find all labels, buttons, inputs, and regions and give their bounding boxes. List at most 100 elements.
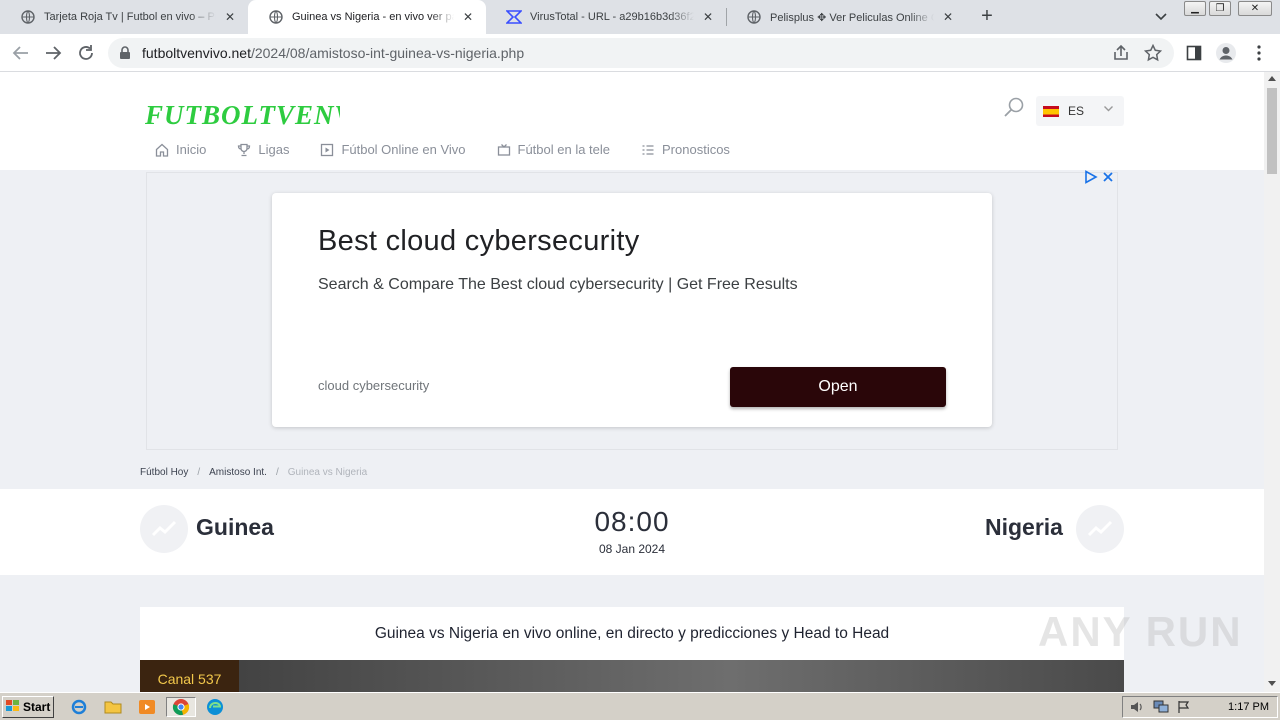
close-window-button[interactable]: ✕ — [1238, 1, 1272, 16]
nav-item-futbol-online[interactable]: Fútbol Online en Vivo — [320, 142, 466, 157]
nav-item-pronosticos[interactable]: Pronosticos — [641, 142, 730, 157]
ad-card[interactable]: Best cloud cybersecurity Search & Compar… — [272, 193, 992, 427]
profile-avatar-icon[interactable] — [1215, 42, 1237, 64]
page-scrollbar[interactable] — [1264, 72, 1280, 692]
breadcrumb-separator: / — [197, 467, 201, 478]
lock-icon[interactable] — [119, 46, 131, 65]
match-info-box: Guinea vs Nigeria en vivo online, en dir… — [140, 607, 1124, 660]
network-icon[interactable] — [1153, 700, 1169, 719]
scroll-down-arrow-icon[interactable] — [1268, 681, 1276, 686]
bookmark-star-icon[interactable] — [1143, 43, 1163, 67]
tab-virustotal[interactable]: VirusTotal - URL - a29b16b3d36f2dc2 ✕ — [486, 0, 726, 34]
site-header: FUTBOLTVENVIVO ES Inicio Ligas Fútbol On… — [0, 72, 1264, 170]
ad-close-icon[interactable] — [1101, 170, 1115, 189]
edge-icon[interactable] — [204, 697, 226, 717]
anyrun-watermark: ANY RUN — [1038, 608, 1243, 655]
breadcrumb-link-amistoso[interactable]: Amistoso Int. — [209, 467, 267, 478]
home-team-name: Guinea — [196, 514, 274, 540]
nav-label: Ligas — [258, 142, 290, 157]
tab-guinea-vs-nigeria[interactable]: Guinea vs Nigeria - en vivo ver partid ✕ — [248, 0, 486, 34]
home-team-logo-icon — [140, 505, 188, 553]
nav-label: Fútbol en la tele — [517, 142, 611, 157]
windows-taskbar: Start 1:17 PM — [0, 692, 1280, 720]
reload-icon[interactable] — [75, 42, 97, 64]
tab-strip: Tarjeta Roja Tv | Futbol en vivo – Pirl … — [0, 0, 1280, 34]
nav-item-futbol-tele[interactable]: Fútbol en la tele — [497, 142, 611, 157]
ad-open-button[interactable]: Open — [730, 367, 946, 407]
match-header: Guinea 08:00 08 Jan 2024 Nigeria — [0, 489, 1264, 575]
list-icon — [641, 143, 655, 157]
ad-title[interactable]: Best cloud cybersecurity — [318, 225, 640, 258]
tab-title: Guinea vs Nigeria - en vivo ver partid — [292, 11, 454, 23]
taskbar-clock[interactable]: 1:17 PM — [1228, 701, 1269, 713]
nav-label: Inicio — [176, 142, 207, 157]
share-icon[interactable] — [1112, 44, 1130, 67]
tv-icon — [497, 143, 511, 157]
trophy-icon — [237, 143, 251, 157]
nav-item-inicio[interactable]: Inicio — [155, 142, 206, 157]
match-date: 08 Jan 2024 — [598, 542, 666, 556]
nav-label: Fútbol Online en Vivo — [341, 142, 466, 157]
ad-subtitle: Search & Compare The Best cloud cybersec… — [318, 276, 798, 293]
breadcrumb: Fútbol Hoy / Amistoso Int. / Guinea vs N… — [140, 467, 367, 478]
tab-title: VirusTotal - URL - a29b16b3d36f2dc2 — [530, 11, 694, 23]
folder-icon[interactable] — [102, 697, 124, 717]
scroll-up-arrow-icon[interactable] — [1268, 76, 1276, 81]
ad-domain: cloud cybersecurity — [318, 378, 430, 393]
close-tab-icon[interactable]: ✕ — [222, 9, 238, 25]
back-icon[interactable] — [10, 42, 32, 64]
media-player-icon[interactable] — [136, 697, 158, 717]
spain-flag-icon — [1043, 105, 1059, 117]
forward-icon[interactable] — [42, 42, 64, 64]
breadcrumb-link-futbol-hoy[interactable]: Fútbol Hoy — [140, 467, 188, 478]
close-tab-icon[interactable]: ✕ — [940, 9, 956, 25]
side-panel-icon[interactable] — [1183, 42, 1205, 64]
match-info-title: Guinea vs Nigeria en vivo online, en dir… — [374, 625, 890, 642]
flag-icon[interactable] — [1177, 700, 1191, 719]
breadcrumb-separator: / — [275, 467, 279, 478]
url-text: futboltvenvivo.net/2024/08/amistoso-int-… — [142, 45, 524, 61]
scrollbar-thumb[interactable] — [1267, 88, 1277, 174]
adchoices-play-icon[interactable] — [1084, 170, 1098, 189]
globe-icon — [746, 9, 762, 25]
internet-explorer-icon[interactable] — [68, 697, 90, 717]
away-team-name: Nigeria — [985, 514, 1063, 540]
nav-item-ligas[interactable]: Ligas — [237, 142, 289, 157]
windows-logo-icon — [6, 699, 20, 715]
close-tab-icon[interactable]: ✕ — [700, 9, 716, 25]
tab-tarjeta-roja[interactable]: Tarjeta Roja Tv | Futbol en vivo – Pirl … — [0, 0, 248, 34]
volume-icon[interactable] — [1129, 700, 1145, 719]
close-tab-icon[interactable]: ✕ — [460, 9, 476, 25]
ad-choices[interactable] — [1084, 170, 1115, 189]
globe-icon — [268, 9, 284, 25]
virustotal-icon — [506, 9, 522, 25]
tab-title: Pelisplus ✥ Ver Peliculas Online Gratis — [770, 11, 934, 24]
stream-player[interactable]: Canal 537 — [140, 660, 1124, 692]
kebab-menu-icon[interactable] — [1248, 42, 1270, 64]
language-selector[interactable]: ES — [1036, 96, 1124, 126]
address-bar[interactable]: futboltvenvivo.net/2024/08/amistoso-int-… — [108, 38, 1174, 68]
minimize-button[interactable]: ▁ — [1184, 1, 1206, 16]
system-tray: 1:17 PM — [1122, 696, 1278, 718]
browser-toolbar: futboltvenvivo.net/2024/08/amistoso-int-… — [0, 34, 1280, 72]
tab-title: Tarjeta Roja Tv | Futbol en vivo – Pirl — [44, 11, 216, 23]
breadcrumb-current: Guinea vs Nigeria — [287, 467, 368, 478]
new-tab-button[interactable]: + — [976, 6, 998, 28]
play-icon — [320, 143, 334, 157]
away-team-logo-icon — [1076, 505, 1124, 553]
globe-icon — [20, 9, 36, 25]
start-button[interactable]: Start — [2, 696, 54, 718]
restore-button[interactable]: ❐ — [1209, 1, 1231, 16]
url-domain: futboltvenvivo.net — [142, 45, 251, 61]
channel-tab[interactable]: Canal 537 — [140, 660, 239, 692]
tab-pelisplus[interactable]: Pelisplus ✥ Ver Peliculas Online Gratis … — [726, 0, 966, 34]
url-path: /2024/08/amistoso-int-guinea-vs-nigeria.… — [250, 45, 525, 61]
nav-label: Pronosticos — [662, 142, 730, 157]
main-nav: Inicio Ligas Fútbol Online en Vivo Fútbo… — [155, 142, 761, 157]
search-icon[interactable] — [1002, 96, 1026, 120]
tab-search-chevron-icon[interactable] — [1152, 8, 1170, 26]
chrome-taskbar-icon[interactable] — [166, 697, 196, 717]
site-logo[interactable]: FUTBOLTVENVIVO — [145, 100, 340, 131]
language-code: ES — [1068, 104, 1085, 118]
home-icon — [155, 143, 169, 157]
